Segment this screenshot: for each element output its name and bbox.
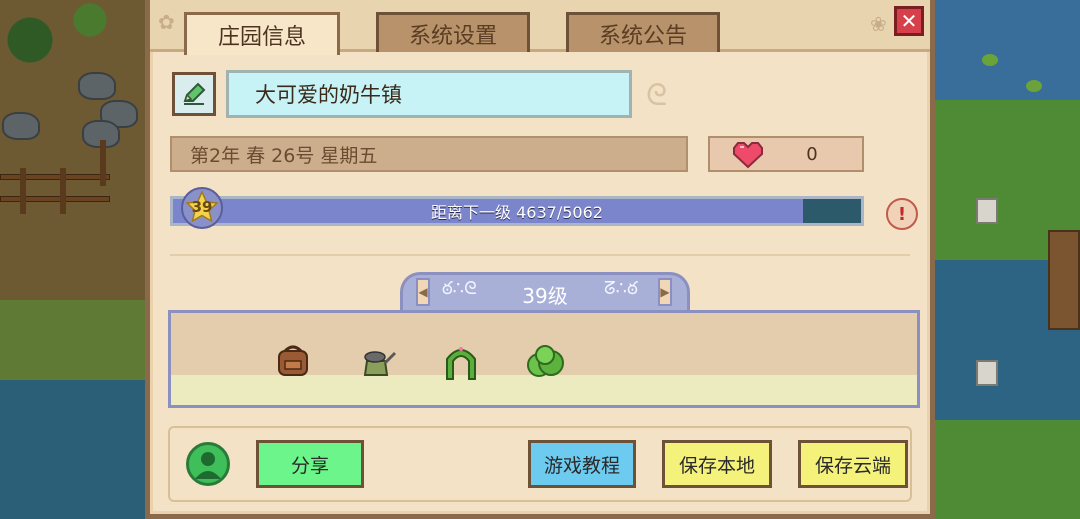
corner-ornament: ❀ [870,12,887,36]
lily-pad [982,54,998,66]
section-divider [170,254,910,256]
save-local-button[interactable]: 保存本地 [662,440,772,488]
hearts-value: 0 [806,143,818,165]
level-title: 39级 [522,284,568,308]
tab-label: 系统公告 [598,23,687,49]
level-info-button[interactable]: ! [886,198,918,230]
hearts-counter: 0 [708,136,864,172]
tab-manor-info[interactable]: 庄园信息 [184,12,340,55]
rock [2,112,40,140]
chevron-right-icon: ▶ [660,285,670,299]
level-badge: 39 [191,198,213,216]
fence [0,174,110,180]
exclamation-icon: ! [897,203,907,225]
level-ornament-left: ఠ∴ᘓ [442,278,477,299]
share-button[interactable]: 分享 [256,440,364,488]
manor-info-panel: 庄园信息 系统设置 系统公告 ✿ ❀ ✕ 大可爱的奶牛镇 ᘓ 第2年 春 26号… [145,0,935,519]
profile-button[interactable] [186,442,230,486]
corner-ornament: ✿ [158,10,175,34]
game-date: 第2年 春 26号 星期五 [190,144,378,167]
background-left-scene [0,0,150,519]
save-cloud-label: 保存云端 [814,454,891,477]
date-bar: 第2年 春 26号 星期五 [170,136,688,172]
heart-icon [733,142,763,169]
tab-system-settings[interactable]: 系统设置 [376,12,530,52]
save-cloud-button[interactable]: 保存云端 [798,440,908,488]
fence-post [100,140,106,186]
close-icon: ✕ [900,9,918,33]
xp-progress-bar: 距离下一级 4637/5062 [170,196,864,226]
tab-label: 庄园信息 [217,25,306,50]
game-tutorial-button[interactable]: 游戏教程 [528,440,636,488]
tab-label: 系统设置 [408,23,497,49]
dock [1048,230,1080,330]
background-right-scene [930,0,1080,519]
farm-name: 大可爱的奶牛镇 [255,83,402,107]
arch-icon[interactable] [439,339,483,383]
watering-can-icon[interactable] [355,339,399,383]
chevron-left-icon: ◀ [418,285,428,299]
farm-name-field[interactable]: 大可爱的奶牛镇 [226,70,632,118]
rock [78,72,116,100]
xp-progress-text: 距离下一级 4637/5062 [431,203,603,222]
fence-post [60,168,66,214]
backpack-icon[interactable] [271,339,315,383]
fence [0,196,110,202]
lily-pad [1026,80,1042,92]
tab-system-announcement[interactable]: 系统公告 [566,12,720,52]
share-label: 分享 [290,454,329,477]
user-icon [195,452,221,479]
pencil-icon [183,82,206,105]
edit-name-button[interactable] [172,72,216,116]
fence-post [20,168,26,214]
lantern [976,360,998,386]
close-button[interactable]: ✕ [894,6,924,36]
tutorial-label: 游戏教程 [543,454,620,477]
level-ornament-right: ᘔ∴ఠ [604,278,638,299]
prev-level-button[interactable]: ◀ [416,278,430,306]
next-level-button[interactable]: ▶ [658,278,672,306]
bush-icon[interactable] [523,339,567,383]
lantern [976,198,998,224]
level-rewards-box [168,310,920,408]
name-ornament: ᘓ [646,78,668,113]
save-local-label: 保存本地 [678,454,755,477]
